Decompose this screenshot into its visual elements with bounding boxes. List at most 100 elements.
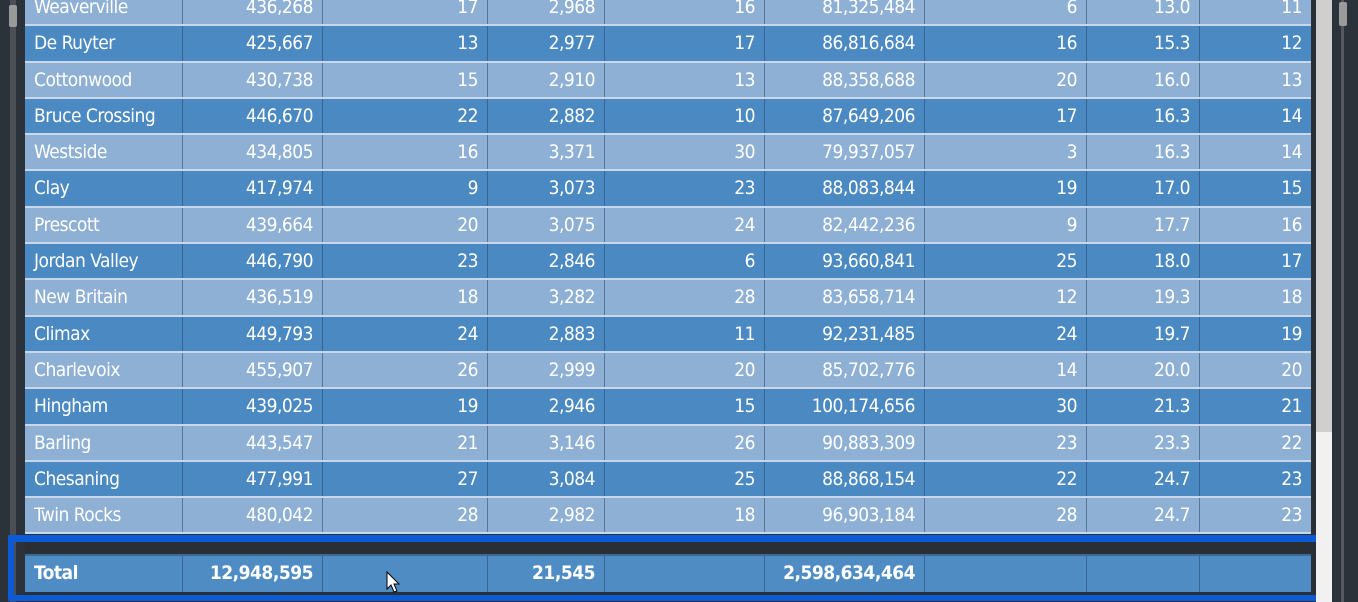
table-row[interactable]: De Ruyter 425,667 13 2,977 17 86,816,684 16 15.… bbox=[25, 26, 1311, 63]
value-cell: 23.3 bbox=[1087, 425, 1200, 460]
value-cell: 24 bbox=[925, 316, 1087, 351]
value-cell: 12 bbox=[1281, 32, 1302, 55]
value-cell: 28 bbox=[605, 280, 765, 315]
value-cell: 92,231,485 bbox=[765, 316, 925, 351]
table-row[interactable]: Jordan Valley 446,790 23 2,846 6 93,660,841 25… bbox=[25, 244, 1311, 281]
value-cell: 16 bbox=[323, 135, 488, 170]
value-cell: 2,910 bbox=[488, 62, 605, 97]
value-cell: 18 bbox=[1281, 286, 1302, 309]
value-cell: 11 bbox=[1281, 0, 1302, 18]
value-cell: 15 bbox=[1281, 177, 1302, 200]
value-cell: 20 bbox=[1281, 358, 1302, 381]
value-cell: 417,974 bbox=[183, 171, 323, 206]
table-scrollbar-thumb[interactable] bbox=[1316, 0, 1332, 432]
value-cell: 20.0 bbox=[1087, 352, 1200, 388]
value-cell: 2,999 bbox=[488, 352, 605, 388]
table-visual: Weaverville 436,268 17 2,968 16 81,325,484 6 13… bbox=[25, 0, 1311, 590]
value-cell: 16.3 bbox=[1087, 98, 1200, 134]
value-cell: 3,371 bbox=[488, 135, 605, 170]
row-label-cell: Bruce Crossing bbox=[25, 98, 183, 134]
value-cell: 21.3 bbox=[1087, 389, 1200, 424]
table-row[interactable]: New Britain 436,519 18 3,282 28 83,658,714 12 1… bbox=[25, 280, 1311, 317]
value-cell: 85,702,776 bbox=[765, 352, 925, 388]
value-cell: 24.7 bbox=[1087, 498, 1200, 533]
value-cell: 13.0 bbox=[1087, 0, 1200, 25]
row-label-cell: Twin Rocks bbox=[25, 498, 183, 533]
value-cell: 15 bbox=[323, 62, 488, 97]
value-cell: 19 bbox=[925, 171, 1087, 206]
value-cell: 10 bbox=[605, 98, 765, 134]
row-label-cell: Chesaning bbox=[25, 461, 183, 497]
value-cell: 443,547 bbox=[183, 425, 323, 460]
left-scrollbar-track[interactable] bbox=[10, 0, 16, 602]
row-label-cell: De Ruyter bbox=[25, 26, 183, 61]
value-cell: 18 bbox=[605, 498, 765, 533]
value-cell: 18.0 bbox=[1087, 244, 1200, 279]
right-scrollbar-thumb[interactable] bbox=[1339, 2, 1347, 26]
value-cell: 23 bbox=[925, 425, 1087, 460]
table-row[interactable]: Climax 449,793 24 2,883 11 92,231,485 24 19.7 19 bbox=[25, 316, 1311, 353]
table-row[interactable]: Hingham 439,025 19 2,946 15 100,174,656 30 21.3… bbox=[25, 389, 1311, 426]
value-cell: 81,325,484 bbox=[765, 0, 925, 25]
value-cell: 14 bbox=[1281, 141, 1302, 164]
table-row[interactable]: Prescott 439,664 20 3,075 24 82,442,236 9 17.7 1… bbox=[25, 207, 1311, 245]
value-cell: 22 bbox=[323, 98, 488, 134]
table-row[interactable]: Charlevoix 455,907 26 2,999 20 85,702,776 14 20… bbox=[25, 352, 1311, 390]
value-cell: 20 bbox=[323, 207, 488, 243]
value-cell: 436,268 bbox=[183, 0, 323, 25]
value-cell: 2,883 bbox=[488, 316, 605, 351]
value-cell: 14 bbox=[925, 352, 1087, 388]
table-row[interactable]: Chesaning 477,991 27 3,084 25 88,868,154 22 24.… bbox=[25, 461, 1311, 499]
value-cell: 16 bbox=[1281, 213, 1302, 236]
left-scrollbar-thumb[interactable] bbox=[9, 5, 17, 27]
value-cell: 16 bbox=[925, 26, 1087, 61]
value-cell: 19 bbox=[1281, 322, 1302, 345]
value-cell: 439,664 bbox=[183, 207, 323, 243]
table-row[interactable]: Twin Rocks 480,042 28 2,982 18 96,903,184 28 24… bbox=[25, 498, 1311, 535]
value-cell: 25 bbox=[925, 244, 1087, 279]
value-cell: 2,982 bbox=[488, 498, 605, 533]
table-row[interactable]: Weaverville 436,268 17 2,968 16 81,325,484 6 13… bbox=[25, 0, 1311, 27]
table-row[interactable]: Barling 443,547 21 3,146 26 90,883,309 23 23.3 2… bbox=[25, 425, 1311, 462]
row-label-cell: Climax bbox=[25, 316, 183, 351]
row-label-cell: Prescott bbox=[25, 207, 183, 243]
value-cell: 17 bbox=[605, 26, 765, 61]
value-cell: 2,977 bbox=[488, 26, 605, 61]
value-cell: 26 bbox=[323, 352, 488, 388]
row-label-cell: Jordan Valley bbox=[25, 244, 183, 279]
value-cell: 30 bbox=[925, 389, 1087, 424]
value-cell: 3 bbox=[925, 135, 1087, 170]
value-cell: 83,658,714 bbox=[765, 280, 925, 315]
value-cell: 446,670 bbox=[183, 98, 323, 134]
value-cell: 25 bbox=[605, 461, 765, 497]
value-cell: 9 bbox=[323, 171, 488, 206]
row-label-cell: Weaverville bbox=[25, 0, 183, 25]
table-row[interactable]: Bruce Crossing 446,670 22 2,882 10 87,649,206… bbox=[25, 98, 1311, 136]
table-row[interactable]: Clay 417,974 9 3,073 23 88,083,844 19 17.0 15 bbox=[25, 171, 1311, 208]
value-cell: 16 bbox=[605, 0, 765, 25]
value-cell: 439,025 bbox=[183, 389, 323, 424]
value-cell: 14 bbox=[1281, 104, 1302, 127]
value-cell: 90,883,309 bbox=[765, 425, 925, 460]
table-row[interactable]: Cottonwood 430,738 15 2,910 13 88,358,688 20 16… bbox=[25, 62, 1311, 99]
value-cell: 3,146 bbox=[488, 425, 605, 460]
table-row[interactable]: Westside 434,805 16 3,371 30 79,937,057 3 16.3 1… bbox=[25, 135, 1311, 172]
row-label-cell: Clay bbox=[25, 171, 183, 206]
value-cell: 27 bbox=[323, 461, 488, 497]
row-label-cell: Barling bbox=[25, 425, 183, 460]
value-cell: 86,816,684 bbox=[765, 26, 925, 61]
value-cell: 21 bbox=[1281, 395, 1302, 418]
value-cell: 16.3 bbox=[1087, 135, 1200, 170]
value-cell: 93,660,841 bbox=[765, 244, 925, 279]
table-body: Weaverville 436,268 17 2,968 16 81,325,484 6 13… bbox=[25, 0, 1311, 535]
mouse-pointer-icon bbox=[386, 571, 401, 593]
value-cell: 446,790 bbox=[183, 244, 323, 279]
table-vertical-scrollbar[interactable] bbox=[1316, 0, 1332, 602]
value-cell: 87,649,206 bbox=[765, 98, 925, 134]
value-cell: 480,042 bbox=[183, 498, 323, 533]
right-scrollbar-track[interactable] bbox=[1341, 0, 1344, 602]
value-cell: 88,358,688 bbox=[765, 62, 925, 97]
value-cell: 13 bbox=[1281, 68, 1302, 91]
value-cell: 2,846 bbox=[488, 244, 605, 279]
row-label-cell: Cottonwood bbox=[25, 62, 183, 97]
